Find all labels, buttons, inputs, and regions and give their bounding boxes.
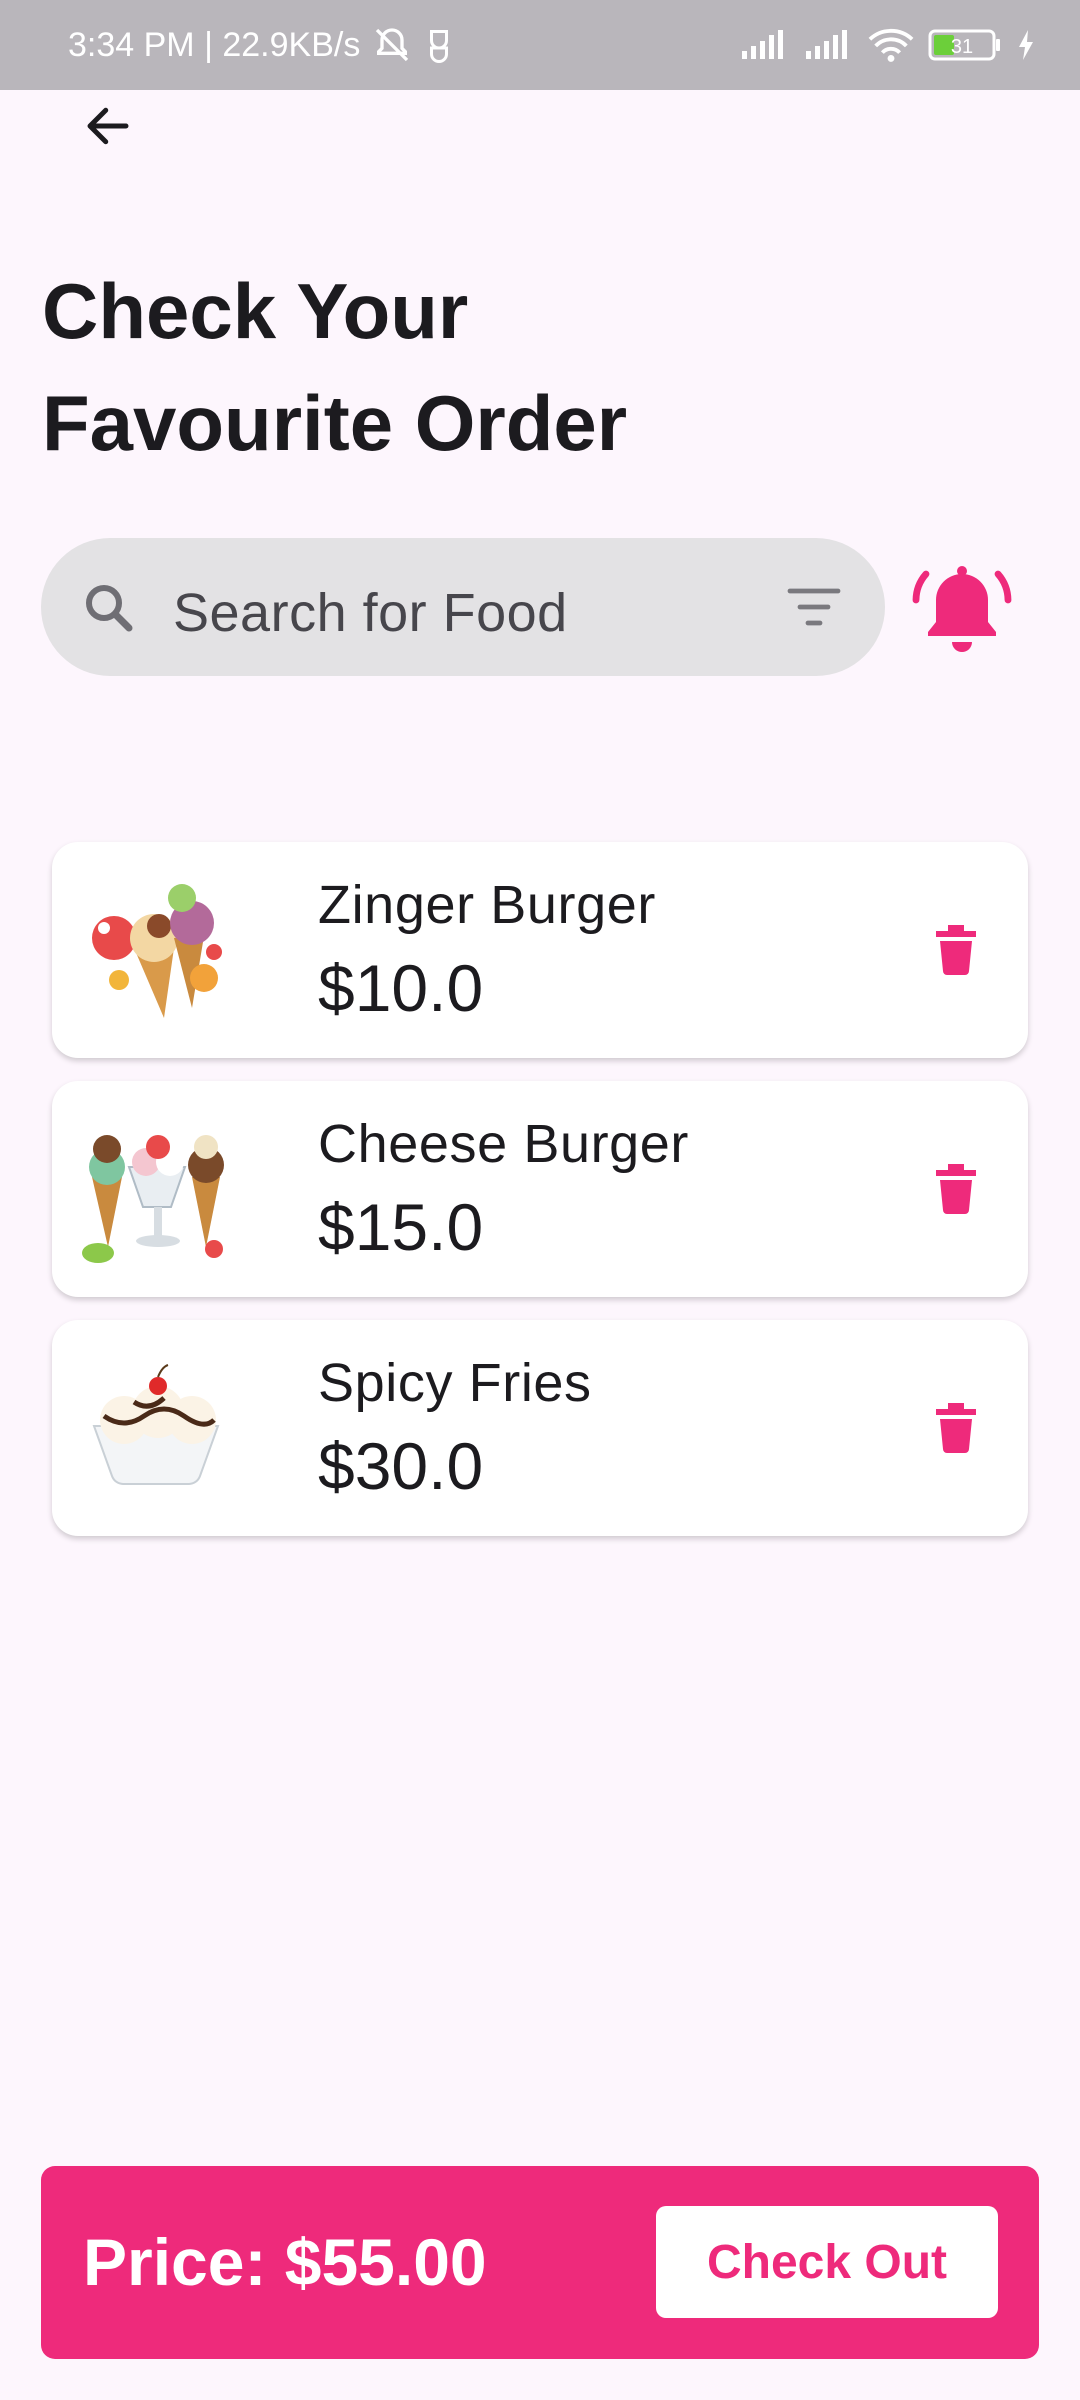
search-icon [86, 585, 133, 632]
trash-icon [936, 1403, 976, 1453]
item-name: Cheese Burger [318, 1114, 690, 1174]
filter-icon[interactable] [786, 584, 842, 630]
status-time: 3:34 PM | 22.9KB/s [68, 25, 361, 64]
cart-item[interactable]: Spicy Fries $30.0 [52, 1320, 1028, 1536]
bell-icon [912, 566, 1012, 652]
status-bar: 3:34 PM | 22.9KB/s 31 [0, 0, 1080, 90]
battery-level: 31 [951, 36, 973, 58]
delete-button[interactable] [920, 1392, 992, 1464]
cart-item[interactable]: Cheese Burger $15.0 [52, 1081, 1028, 1297]
page-title: Check Your Favourite Order [42, 255, 842, 479]
item-price: $10.0 [318, 951, 484, 1025]
item-name: Spicy Fries [318, 1353, 592, 1413]
item-price: $30.0 [318, 1429, 484, 1503]
page-title-line-1: Check Your [42, 267, 469, 355]
checkout-button[interactable]: Check Out [656, 2206, 998, 2318]
delete-button[interactable] [920, 1153, 992, 1225]
status-left: 3:34 PM | 22.9KB/s [68, 25, 454, 65]
search-bar[interactable]: Search for Food [41, 538, 885, 676]
vpn-icon [424, 27, 454, 63]
signal-icon [740, 29, 790, 61]
wifi-icon [868, 27, 914, 63]
charging-icon [1016, 29, 1036, 61]
delete-button[interactable] [920, 914, 992, 986]
page-title-line-2: Favourite Order [42, 379, 628, 467]
ice-cream-cones-image [74, 868, 238, 1032]
cart-item[interactable]: Zinger Burger $10.0 [52, 842, 1028, 1058]
notification-button[interactable] [910, 560, 1014, 660]
item-price: $15.0 [318, 1190, 484, 1264]
ice-cream-bowl-image [74, 1346, 238, 1510]
back-button[interactable] [70, 88, 146, 164]
battery-icon: 31 [928, 28, 1002, 62]
arrow-left-icon [87, 107, 129, 145]
ice-cream-sundae-image [74, 1107, 238, 1271]
cart-list: Zinger Burger $10.0 Cheese Burger $15.0 … [52, 842, 1028, 1559]
total-price: Price: $55.00 [83, 2225, 487, 2299]
search-input[interactable]: Search for Food [173, 582, 568, 644]
trash-icon [936, 1164, 976, 1214]
status-right: 31 [740, 27, 1036, 63]
item-name: Zinger Burger [318, 875, 656, 935]
trash-icon [936, 925, 976, 975]
mute-icon [372, 25, 412, 65]
signal-icon [804, 29, 854, 61]
checkout-bar: Price: $55.00 Check Out [41, 2166, 1039, 2359]
